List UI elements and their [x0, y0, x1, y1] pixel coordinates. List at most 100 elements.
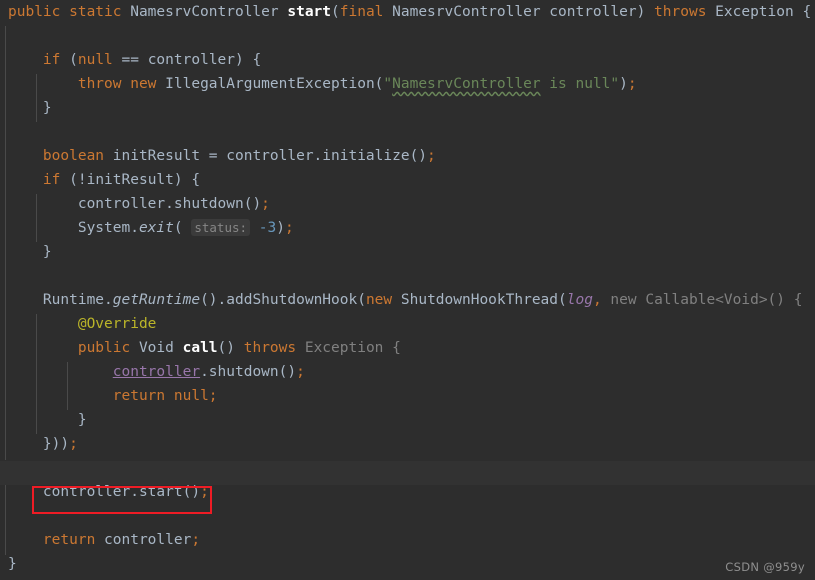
code-line-20-blank — [0, 456, 815, 480]
token-semicolon: ; — [200, 484, 209, 500]
code-line-24[interactable]: } — [0, 552, 815, 576]
code-line-23[interactable]: return controller; — [0, 528, 815, 552]
token-paren: ) — [619, 76, 628, 92]
token-keyword-if: if — [42, 52, 70, 68]
token-paren: () — [217, 340, 244, 356]
token-expression: initResult = controller.initialize() — [112, 148, 428, 164]
token-exception-type-dimmed: Exception — [304, 340, 393, 356]
token-keyword-boolean: boolean — [42, 148, 113, 164]
token-method-declaration: start — [287, 4, 332, 20]
token-keyword-final: final — [339, 4, 393, 20]
token-semicolon: ; — [627, 76, 637, 92]
token-method-call: .shutdown() — [200, 364, 297, 380]
token-brace: } — [42, 244, 52, 260]
token-return-type: Void — [138, 340, 183, 356]
token-string-rest: is null" — [540, 76, 620, 92]
code-line-14[interactable]: @Override — [0, 312, 815, 336]
code-line-9[interactable]: controller.shutdown(); — [0, 192, 815, 216]
token-brace: } — [42, 100, 52, 116]
code-line-16[interactable]: controller.shutdown(); — [0, 360, 815, 384]
token-keyword-throws: throws — [243, 340, 305, 356]
code-line-3[interactable]: if (null == controller) { — [0, 48, 815, 72]
token-keyword-new: new — [365, 292, 401, 308]
token-expression: (!initResult) { — [69, 172, 201, 188]
token-expression: ().addShutdownHook( — [200, 292, 366, 308]
token-keyword-null: null — [77, 52, 122, 68]
code-line-11[interactable]: } — [0, 240, 815, 264]
parameter-name-hint: status: — [191, 219, 251, 236]
token-exception-type: Exception — [715, 4, 803, 20]
token-semicolon: ; — [284, 220, 294, 236]
token-parameter: NamesrvController controller — [392, 4, 637, 20]
code-line-12-blank — [0, 264, 815, 288]
token-expression: == controller) { — [121, 52, 262, 68]
code-line-7[interactable]: boolean initResult = controller.initiali… — [0, 144, 815, 168]
token-string-quote: " — [383, 76, 393, 92]
token-brace: { — [392, 340, 401, 356]
token-static-method: exit — [138, 220, 174, 236]
token-punctuation: ( — [331, 4, 340, 20]
token-keyword-throws: throws — [654, 4, 716, 20]
code-line-18[interactable]: } — [0, 408, 815, 432]
token-brace: { — [802, 4, 812, 20]
token-number: -3 — [258, 220, 277, 236]
code-line-1[interactable]: public static NamesrvController start(fi… — [0, 0, 815, 24]
code-line-21-highlighted[interactable]: controller.start(); — [0, 480, 815, 504]
code-line-17[interactable]: return null; — [0, 384, 815, 408]
token-paren: ( — [173, 220, 192, 236]
token-static-field-log: log — [566, 292, 593, 308]
token-keyword-if: if — [42, 172, 70, 188]
token-class-name: IllegalArgumentException — [165, 76, 375, 92]
token-semicolon: ; — [208, 388, 218, 404]
token-punctuation: ) — [636, 4, 655, 20]
token-static-method: getRuntime — [112, 292, 201, 308]
token-identifier: controller — [104, 532, 192, 548]
token-semicolon: ; — [191, 532, 201, 548]
token-brace-close: } — [8, 556, 17, 572]
token-paren: ) — [276, 220, 285, 236]
code-line-10[interactable]: System.exit( status: -3); — [0, 216, 815, 240]
token-braces-parens: })) — [42, 436, 70, 452]
token-class-ref: Runtime. — [42, 292, 113, 308]
code-line-8[interactable]: if (!initResult) { — [0, 168, 815, 192]
watermark-text: CSDN @959y — [725, 560, 805, 574]
code-line-19[interactable]: })); — [0, 432, 815, 456]
token-method-declaration: call — [182, 340, 218, 356]
code-line-5[interactable]: } — [0, 96, 815, 120]
code-line-4[interactable]: throw new IllegalArgumentException("Name… — [0, 72, 815, 96]
code-line-2-blank — [0, 24, 815, 48]
code-line-6-blank — [0, 120, 815, 144]
token-keyword-return-null: return null — [112, 388, 209, 404]
token-paren: ( — [69, 52, 78, 68]
code-line-13[interactable]: Runtime.getRuntime().addShutdownHook(new… — [0, 288, 815, 312]
code-lines[interactable]: public static NamesrvController start(fi… — [0, 0, 815, 576]
token-expression-controller-start: controller.start() — [42, 484, 201, 500]
token-semicolon: ; — [296, 364, 305, 380]
token-semicolon: ; — [69, 436, 78, 452]
token-keyword-throw-new: throw new — [77, 76, 166, 92]
token-annotation-override: @Override — [77, 316, 157, 332]
token-captured-variable: controller — [112, 364, 201, 380]
token-semicolon: ; — [261, 196, 270, 212]
token-keyword-return: return — [42, 532, 105, 548]
code-line-15[interactable]: public Void call() throws Exception { — [0, 336, 815, 360]
token-brace: } — [77, 412, 87, 428]
token-type: NamesrvController — [130, 4, 288, 20]
code-editor[interactable]: public static NamesrvController start(fi… — [0, 0, 815, 580]
